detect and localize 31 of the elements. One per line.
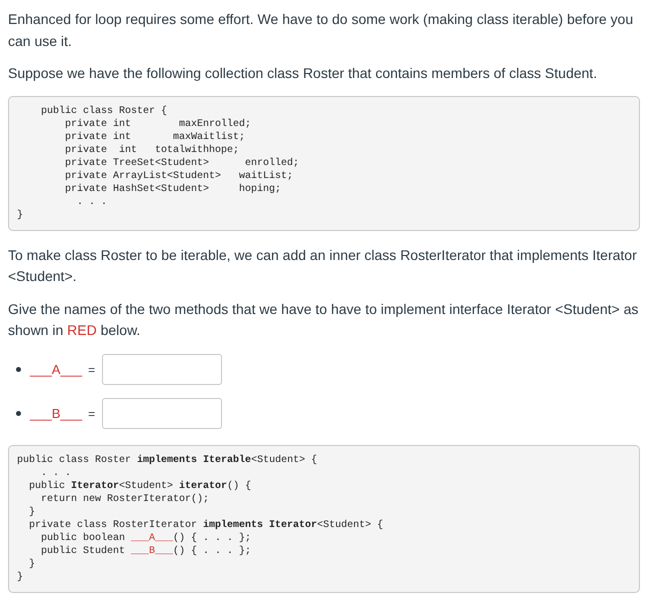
paragraph: Suppose we have the following collection class Roster that contains members of class Student. (8, 64, 598, 83)
equals-sign: = (88, 406, 96, 420)
bullet-icon (16, 367, 21, 372)
code-line: private int maxWaitlist; (64, 130, 246, 144)
bullet-icon (16, 411, 21, 416)
code-line: return new RosterIterator(); (40, 492, 210, 506)
code-line: } (28, 506, 36, 518)
answer-field[interactable] (102, 398, 222, 429)
code-line: private HashSet<Student> hoping; (64, 182, 282, 196)
code-line: } (17, 208, 24, 222)
code-line: public class Roster implements Iterable<Student> { (17, 454, 318, 466)
code-line: public boolean ___A___() { . . . }; (40, 532, 252, 544)
paragraph: Enhanced for loop requires some effort. We have to do some work (making class iterable) before you can use it. (8, 10, 634, 50)
paragraph: To make class Roster to be iterable, we can add an inner class RosterIterator that implements Iterator <Student>. (8, 246, 638, 286)
code-line: . . . (76, 196, 108, 208)
code-line: private int totalwithhope; (64, 144, 240, 156)
code-line: public Iterator<Student> iterator() { (28, 480, 252, 492)
blank-label: ___A___ (30, 362, 82, 377)
equals-sign: = (88, 362, 96, 376)
blank-label: ___B___ (30, 406, 82, 421)
code-line: private int maxEnrolled; (64, 118, 252, 130)
code-line: public Student ___B___() { . . . }; (40, 544, 252, 558)
code-line: public class Roster { (40, 104, 168, 118)
code-line: private ArrayList<Student> waitList; (64, 170, 294, 182)
code-line: } (17, 570, 24, 584)
code-line: } (28, 558, 36, 570)
answer-field[interactable] (102, 354, 222, 385)
code-line: private TreeSet<Student> enrolled; (64, 156, 300, 170)
code-line: . . . (40, 466, 72, 480)
code-line: private class RosterIterator implements Iterator<Student> { (28, 518, 384, 532)
paragraph: Give the names of the two methods that we have to have to implement interface Iterator <Student> as shown in RED below. (8, 300, 640, 340)
